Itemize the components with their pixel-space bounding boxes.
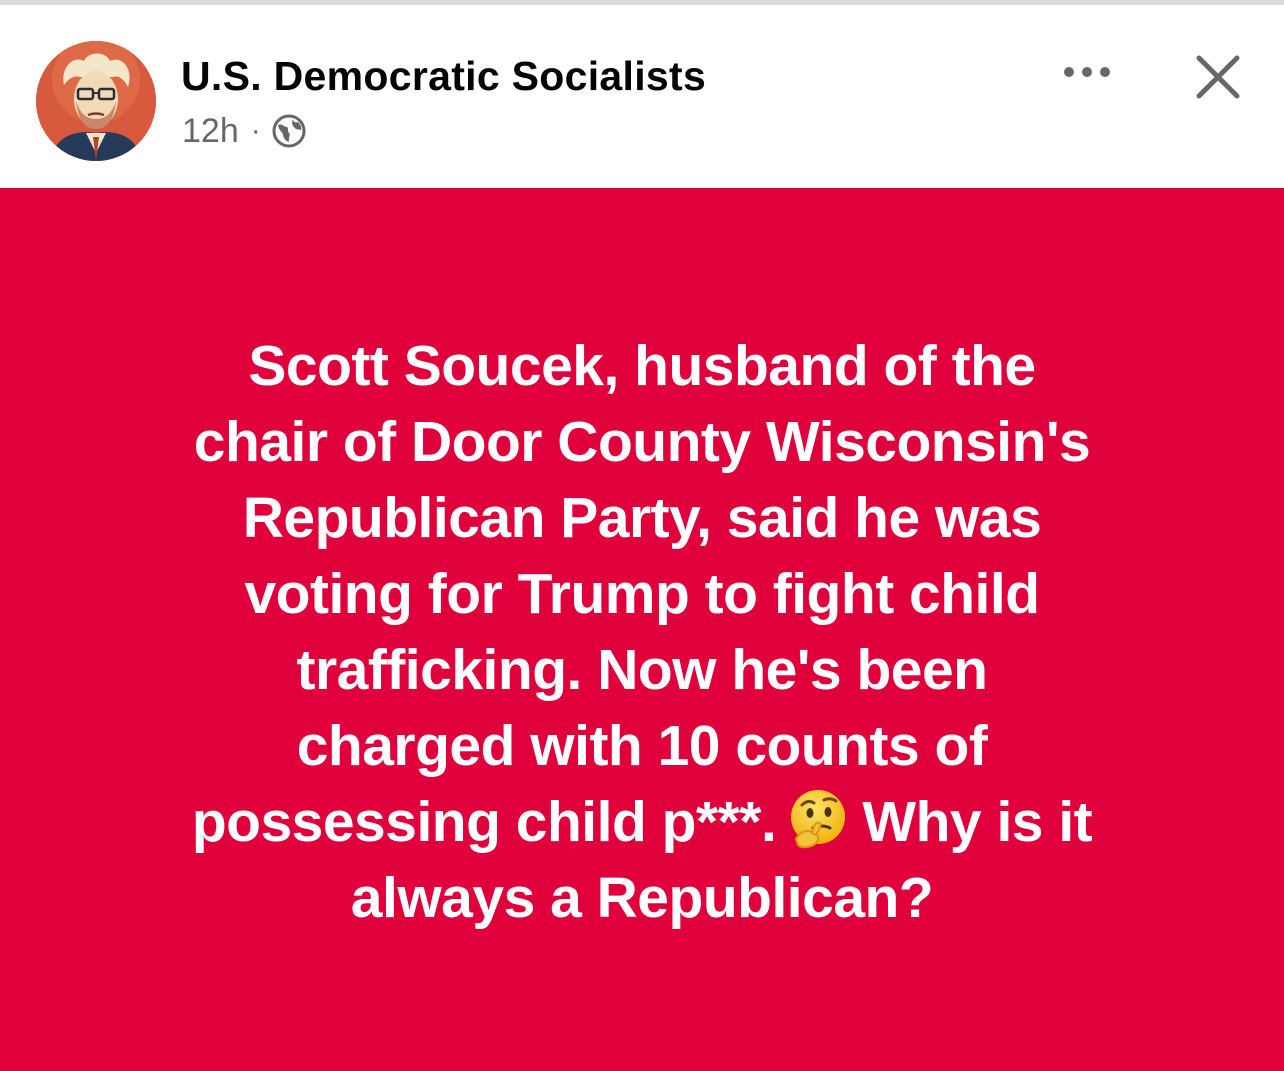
more-options-button[interactable]: [1052, 49, 1122, 95]
post-time[interactable]: 12h: [182, 112, 239, 151]
post-text-line: Scott Soucek, husband of the: [248, 334, 1036, 398]
post-text-line: always a Republican?: [350, 866, 934, 930]
thinking-face-emoji: [791, 790, 846, 849]
post-text-line: chair of Door County Wisconsin's: [193, 410, 1091, 474]
post-text-line: possessing child p***. Why is it: [90, 784, 1194, 860]
post-text-segment: Why is it: [862, 790, 1093, 854]
globe-icon[interactable]: [271, 113, 307, 149]
more-horizontal-icon: [1064, 67, 1110, 77]
post-text-line: trafficking. Now he's been: [296, 638, 988, 702]
post-text-line: charged with 10 counts of: [296, 714, 988, 778]
meta-separator: ·: [250, 114, 261, 147]
page-name[interactable]: U.S. Democratic Socialists: [181, 53, 706, 100]
post-text-line: Republican Party, said he was: [242, 486, 1042, 550]
close-icon: [1196, 55, 1240, 99]
post-text: Scott Soucek, husband of the chair of Do…: [90, 328, 1194, 936]
post-text-segment: possessing child p***.: [191, 790, 777, 854]
avatar-portrait-icon: [36, 41, 156, 161]
post-text-line: voting for Trump to fight child: [244, 562, 1040, 626]
page-avatar[interactable]: [36, 41, 156, 161]
close-button[interactable]: [1186, 45, 1250, 109]
post-header: U.S. Democratic Socialists 12h ·: [0, 5, 1284, 188]
post-background-card: Scott Soucek, husband of the chair of Do…: [0, 188, 1284, 1071]
post-meta: 12h ·: [182, 111, 307, 151]
